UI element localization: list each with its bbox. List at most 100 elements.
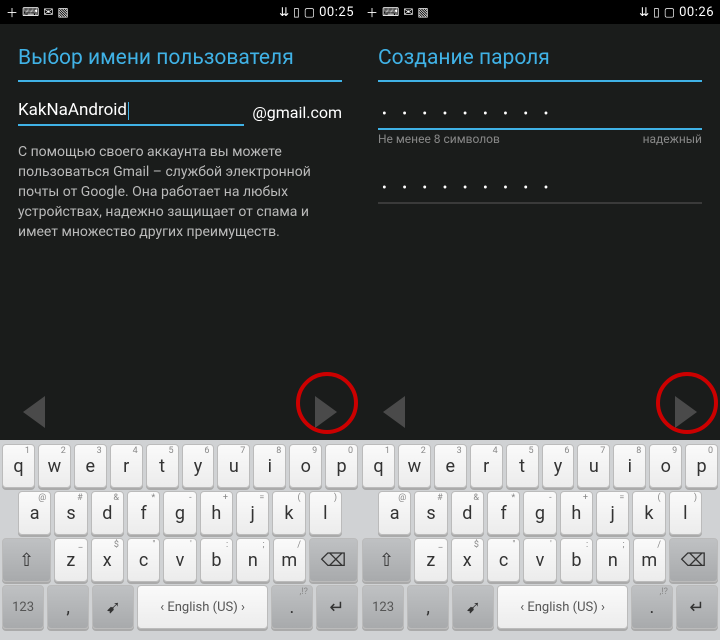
- key-w[interactable]: w2: [398, 444, 431, 488]
- key-j[interactable]: j=: [236, 491, 269, 535]
- key-l[interactable]: l): [309, 491, 342, 535]
- key-u[interactable]: u7: [217, 444, 250, 488]
- sim-icon: ▯: [293, 5, 300, 19]
- username-input[interactable]: KakNaAndroid: [18, 100, 127, 120]
- key-comma[interactable]: ,: [407, 585, 449, 629]
- key-z[interactable]: z_: [54, 538, 87, 582]
- password-confirm-input[interactable]: • • • • • • • • •: [378, 174, 702, 204]
- key-z[interactable]: z_: [414, 538, 447, 582]
- key-comma[interactable]: ,: [47, 585, 89, 629]
- key-o[interactable]: o9: [289, 444, 322, 488]
- key-c[interactable]: c": [487, 538, 520, 582]
- key-period[interactable]: .,!?: [631, 585, 673, 629]
- key-q[interactable]: q1: [362, 444, 395, 488]
- key-d[interactable]: d&: [91, 491, 124, 535]
- key-enter[interactable]: ↵: [676, 585, 718, 629]
- next-button[interactable]: [666, 392, 706, 432]
- password-input[interactable]: • • • • • • • • •: [378, 100, 702, 130]
- chevron-right-icon: [315, 396, 337, 428]
- key-e[interactable]: e3: [434, 444, 467, 488]
- key-a[interactable]: a@: [378, 491, 411, 535]
- key-m[interactable]: m/: [273, 538, 306, 582]
- battery-icon: ▢: [304, 5, 315, 19]
- key-s[interactable]: s#: [54, 491, 87, 535]
- wifi-icon: ⇊: [639, 5, 649, 19]
- key-shift[interactable]: ⇧: [2, 538, 51, 582]
- battery-icon: ▢: [664, 5, 675, 19]
- key-g[interactable]: g-: [163, 491, 196, 535]
- back-button[interactable]: [374, 392, 414, 432]
- key-swype[interactable]: ➹: [452, 585, 494, 629]
- key-n[interactable]: n;: [236, 538, 269, 582]
- key-backspace[interactable]: ⌫: [309, 538, 358, 582]
- keyboard-icon: ⌨: [22, 5, 39, 19]
- key-x[interactable]: x$: [451, 538, 484, 582]
- key-b[interactable]: b:: [560, 538, 593, 582]
- key-f[interactable]: f*: [127, 491, 160, 535]
- plus-icon: ＋: [366, 4, 378, 21]
- key-enter[interactable]: ↵: [316, 585, 358, 629]
- key-y[interactable]: y6: [182, 444, 215, 488]
- key-h[interactable]: h+: [560, 491, 593, 535]
- key-m[interactable]: m/: [633, 538, 666, 582]
- key-l[interactable]: l): [669, 491, 702, 535]
- key-i[interactable]: i8: [253, 444, 286, 488]
- key-t[interactable]: t5: [146, 444, 179, 488]
- text-cursor-icon: [128, 102, 129, 120]
- status-bar: ＋ ⌨ ✉ ▧ ⇊ ▯ ▢ 00:25: [0, 0, 360, 24]
- title-underline: [378, 80, 702, 82]
- key-numbers[interactable]: 123: [2, 585, 44, 629]
- key-j[interactable]: j=: [596, 491, 629, 535]
- key-v[interactable]: v': [163, 538, 196, 582]
- key-o[interactable]: o9: [649, 444, 682, 488]
- key-f[interactable]: f*: [487, 491, 520, 535]
- description-text: С помощью своего аккаунта вы можете поль…: [0, 128, 360, 242]
- status-bar: ＋ ⌨ ✉ ▧ ⇊ ▯ ▢ 00:26: [360, 0, 720, 24]
- chevron-left-icon: [23, 396, 45, 428]
- key-shift[interactable]: ⇧: [362, 538, 411, 582]
- key-c[interactable]: c": [127, 538, 160, 582]
- plus-icon: ＋: [6, 4, 18, 21]
- key-numbers[interactable]: 123: [362, 585, 404, 629]
- key-k[interactable]: k(: [272, 491, 305, 535]
- key-r[interactable]: r4: [110, 444, 143, 488]
- key-u[interactable]: u7: [577, 444, 610, 488]
- mail-icon: ✉: [43, 5, 53, 19]
- key-p[interactable]: p0: [685, 444, 718, 488]
- key-backspace[interactable]: ⌫: [669, 538, 718, 582]
- email-domain-label: @gmail.com: [252, 103, 342, 126]
- key-b[interactable]: b:: [200, 538, 233, 582]
- keyboard: q1w2e3r4t5y6u7i8o9p0 a@s#d&f*g-h+j=k(l) ⇧z…: [360, 440, 720, 640]
- title-underline: [18, 80, 342, 82]
- picture-icon: ▧: [57, 5, 68, 19]
- key-v[interactable]: v': [523, 538, 556, 582]
- wifi-icon: ⇊: [279, 5, 289, 19]
- key-h[interactable]: h+: [200, 491, 233, 535]
- sim-icon: ▯: [653, 5, 660, 19]
- back-button[interactable]: [14, 392, 54, 432]
- key-k[interactable]: k(: [632, 491, 665, 535]
- key-p[interactable]: p0: [325, 444, 358, 488]
- key-g[interactable]: g-: [523, 491, 556, 535]
- clock: 00:25: [319, 5, 354, 20]
- key-space[interactable]: ‹ English (US) ›: [137, 585, 267, 629]
- key-e[interactable]: e3: [74, 444, 107, 488]
- key-w[interactable]: w2: [38, 444, 71, 488]
- key-y[interactable]: y6: [542, 444, 575, 488]
- key-n[interactable]: n;: [596, 538, 629, 582]
- key-d[interactable]: d&: [451, 491, 484, 535]
- key-t[interactable]: t5: [506, 444, 539, 488]
- clock: 00:26: [679, 5, 714, 20]
- key-q[interactable]: q1: [2, 444, 35, 488]
- key-swype[interactable]: ➹: [92, 585, 134, 629]
- key-x[interactable]: x$: [91, 538, 124, 582]
- key-a[interactable]: a@: [18, 491, 51, 535]
- key-i[interactable]: i8: [613, 444, 646, 488]
- keyboard-icon: ⌨: [382, 5, 399, 19]
- key-period[interactable]: .,!?: [271, 585, 313, 629]
- key-r[interactable]: r4: [470, 444, 503, 488]
- key-space[interactable]: ‹ English (US) ›: [497, 585, 627, 629]
- key-s[interactable]: s#: [414, 491, 447, 535]
- next-button[interactable]: [306, 392, 346, 432]
- keyboard: q1w2e3r4t5y6u7i8o9p0 a@s#d&f*g-h+j=k(l) ⇧z…: [0, 440, 360, 640]
